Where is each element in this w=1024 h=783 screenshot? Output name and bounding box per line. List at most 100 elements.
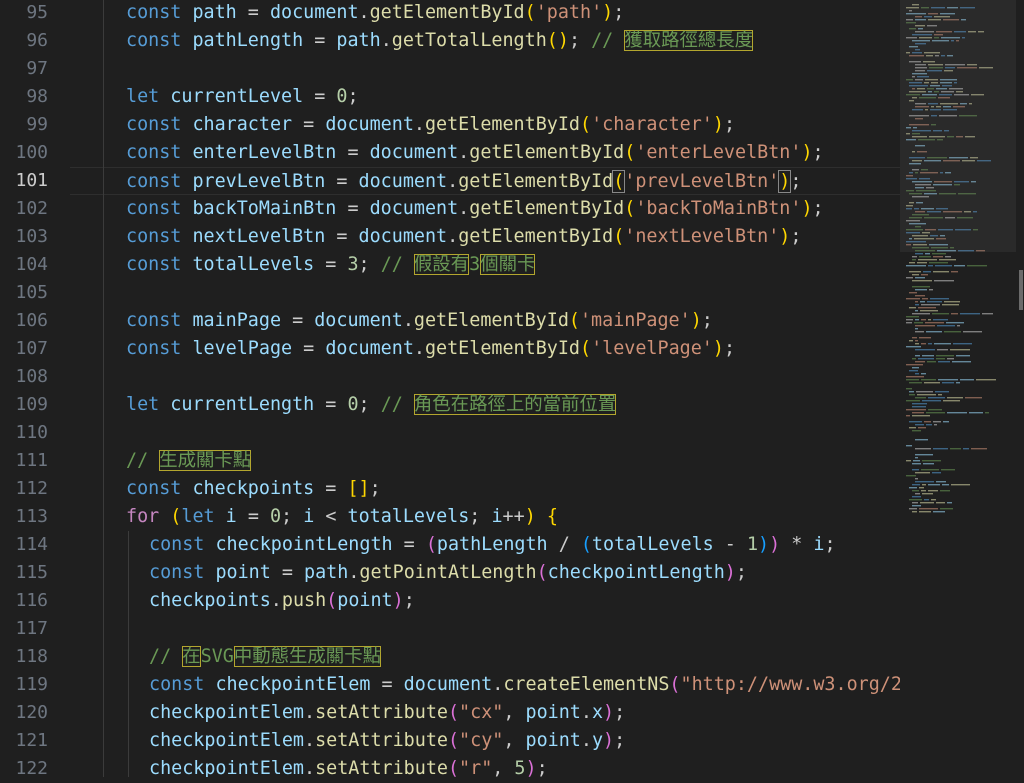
- indent-guide: [103, 0, 104, 777]
- minimap-code-stroke: [953, 343, 972, 345]
- minimap-code-stroke: [926, 424, 932, 426]
- code-line[interactable]: const mainPage = document.getElementById…: [70, 307, 900, 335]
- code-token: 角色在路徑上的當前位置: [413, 394, 617, 415]
- code-token: =: [314, 394, 348, 415]
- code-line[interactable]: // 在SVG中動態生成關卡點: [70, 643, 900, 671]
- minimap-code-stroke: [912, 415, 930, 417]
- code-line[interactable]: [70, 279, 900, 307]
- minimap-code-stroke: [928, 484, 940, 486]
- code-token: pathLength: [436, 534, 548, 555]
- code-line[interactable]: const prevLevelBtn = document.getElement…: [70, 167, 900, 195]
- minimap-code-stroke: [915, 457, 918, 459]
- code-area[interactable]: const path = document.getElementById('pa…: [70, 0, 900, 777]
- code-token: prevLevelBtn: [192, 171, 326, 192]
- code-token: 1: [746, 534, 759, 555]
- line-number: 117: [15, 618, 48, 639]
- code-token: ;: [403, 590, 415, 611]
- minimap-code-stroke: [912, 490, 919, 492]
- code-line[interactable]: const checkpointElem = document.createEl…: [70, 671, 900, 699]
- code-line[interactable]: const pathLength = path.getTotalLength()…: [70, 27, 900, 55]
- minimap-code-stroke: [951, 271, 958, 273]
- minimap-code-stroke: [985, 412, 989, 414]
- minimap-code-stroke: [921, 490, 926, 492]
- code-token: .: [304, 758, 316, 777]
- code-line[interactable]: const character = document.getElementByI…: [70, 111, 900, 139]
- code-line[interactable]: const levelPage = document.getElementByI…: [70, 335, 900, 363]
- minimap-code-stroke: [922, 460, 941, 462]
- code-line[interactable]: checkpoints.push(point);: [70, 587, 900, 615]
- code-line[interactable]: const backToMainBtn = document.getElemen…: [70, 195, 900, 223]
- code-token: ++: [502, 506, 525, 527]
- minimap-code-stroke: [921, 379, 936, 381]
- minimap-code-stroke: [915, 343, 919, 345]
- code-line[interactable]: const path = document.getElementById('pa…: [70, 0, 900, 27]
- minimap-code-stroke: [912, 286, 930, 288]
- code-line[interactable]: let currentLevel = 0;: [70, 83, 900, 111]
- code-token: 3: [469, 254, 481, 275]
- minimap-code-stroke: [912, 469, 919, 471]
- minimap[interactable]: [900, 0, 1024, 777]
- code-line[interactable]: checkpointElem.setAttribute("r", 5);: [70, 755, 900, 777]
- code-token: const: [126, 478, 193, 499]
- code-token: getTotalLength: [391, 30, 547, 51]
- code-token: document: [358, 226, 448, 247]
- minimap-code-stroke: [921, 343, 926, 345]
- code-token: (): [546, 30, 569, 51]
- code-line[interactable]: const enterLevelBtn = document.getElemen…: [70, 139, 900, 167]
- code-token: .: [580, 730, 592, 751]
- code-line[interactable]: const totalLevels = 3; // 假設有3個關卡: [70, 251, 900, 279]
- code-token: (: [447, 758, 460, 777]
- minimap-code-stroke: [976, 379, 996, 381]
- minimap-code-stroke: [909, 499, 922, 501]
- code-token: checkpointLength: [547, 562, 725, 583]
- code-line[interactable]: [70, 363, 900, 391]
- minimap-code-stroke: [915, 481, 934, 483]
- minimap-code-stroke: [924, 421, 931, 423]
- code-token: /: [547, 534, 581, 555]
- code-line[interactable]: checkpointElem.setAttribute("cy", point.…: [70, 727, 900, 755]
- minimap-code-stroke: [915, 319, 919, 321]
- line-number: 102: [15, 198, 48, 219]
- line-number: 105: [15, 282, 48, 303]
- minimap-code-stroke: [912, 406, 926, 408]
- minimap-code-stroke: [906, 322, 912, 324]
- code-token: const: [126, 254, 193, 275]
- code-line[interactable]: const checkpointLength = (pathLength / (…: [70, 531, 900, 559]
- code-token: checkpoints: [192, 478, 315, 499]
- code-line[interactable]: const point = path.getPointAtLength(chec…: [70, 559, 900, 587]
- minimap-code-stroke: [942, 382, 954, 384]
- code-token: checkpointElem: [215, 674, 371, 695]
- vertical-scrollbar-thumb[interactable]: [1019, 270, 1023, 310]
- code-line[interactable]: const checkpoints = [];: [70, 475, 900, 503]
- minimap-code-stroke: [934, 280, 954, 282]
- code-line[interactable]: // 生成關卡點: [70, 447, 900, 475]
- code-token: =: [314, 254, 348, 275]
- minimap-code-stroke: [919, 511, 931, 513]
- code-line[interactable]: const nextLevelBtn = document.getElement…: [70, 223, 900, 251]
- code-line[interactable]: [70, 419, 900, 447]
- code-token: (: [624, 198, 636, 219]
- minimap-code-stroke: [906, 388, 912, 390]
- code-token: 'backToMainBtn': [635, 198, 802, 219]
- minimap-code-stroke: [906, 319, 913, 321]
- code-token: getElementById: [469, 142, 625, 163]
- code-token: .: [413, 338, 425, 359]
- code-editor[interactable]: 95 96 97 98 99 100 101 102 103 104 105 106 107 108 109…: [0, 0, 1024, 779]
- code-token: ): [801, 142, 813, 163]
- minimap-code-stroke: [928, 265, 933, 267]
- code-token: enterLevelBtn: [192, 142, 337, 163]
- code-token: 'enterLevelBtn': [635, 142, 802, 163]
- line-number: 96: [26, 30, 48, 51]
- minimap-code-stroke: [915, 493, 920, 495]
- code-line[interactable]: let currentLength = 0; // 角色在路徑上的當前位置: [70, 391, 900, 419]
- code-line[interactable]: [70, 615, 900, 643]
- code-line[interactable]: for (let i = 0; i < totalLevels; i++) {: [70, 503, 900, 531]
- code-line[interactable]: [70, 55, 900, 83]
- code-line[interactable]: checkpointElem.setAttribute("cx", point.…: [70, 699, 900, 727]
- minimap-code-stroke: [909, 427, 916, 429]
- minimap-slider[interactable]: [900, 0, 1016, 252]
- code-token: totalLevels: [347, 506, 470, 527]
- minimap-code-stroke: [909, 262, 915, 264]
- minimap-code-stroke: [944, 331, 961, 333]
